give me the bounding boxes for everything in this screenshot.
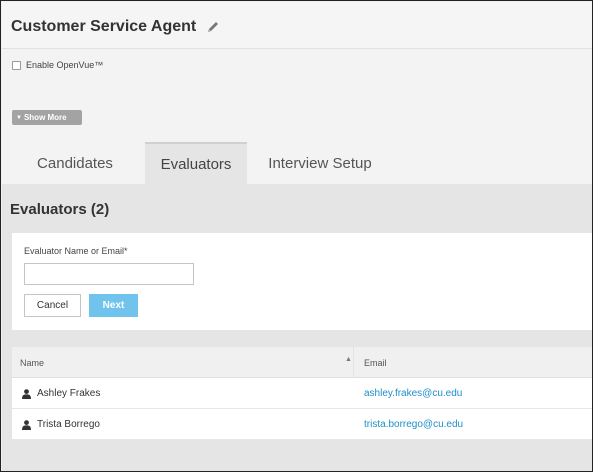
evaluator-email-link[interactable]: ashley.frakes@cu.edu: [364, 378, 462, 409]
evaluators-table: Name ▲ Email Ashley Frakes ashley.frakes…: [12, 347, 592, 440]
evaluators-panel: Evaluators (2) Evaluator Name or Email* …: [2, 184, 592, 471]
sort-asc-icon[interactable]: ▲: [345, 356, 352, 363]
show-more-button[interactable]: ▼ Show More: [12, 110, 82, 125]
add-evaluator-form: Evaluator Name or Email* Cancel Next: [12, 233, 592, 330]
page-title: Customer Service Agent: [11, 18, 197, 35]
tab-bar: Candidates Evaluators Interview Setup: [2, 142, 592, 184]
caret-down-icon: ▼: [16, 114, 22, 121]
app-frame: Customer Service Agent Enable OpenVue™ ▼…: [0, 0, 593, 472]
enable-openvue-option[interactable]: Enable OpenVue™: [12, 58, 103, 72]
name-cell: Ashley Frakes: [22, 378, 100, 409]
column-header-name[interactable]: Name: [20, 347, 44, 378]
enable-openvue-label: Enable OpenVue™: [26, 60, 104, 70]
table-row[interactable]: Ashley Frakes ashley.frakes@cu.edu: [12, 378, 592, 409]
evaluator-field-label: Evaluator Name or Email*: [24, 246, 128, 256]
tab-candidates[interactable]: Candidates: [12, 142, 138, 184]
tab-interview-setup[interactable]: Interview Setup: [260, 142, 380, 184]
evaluator-name-input[interactable]: [24, 263, 194, 285]
tab-evaluators[interactable]: Evaluators: [145, 142, 247, 184]
table-header: Name ▲ Email: [12, 347, 592, 378]
pencil-icon[interactable]: [205, 19, 221, 35]
cancel-button[interactable]: Cancel: [24, 294, 81, 317]
evaluator-email-link[interactable]: trista.borrego@cu.edu: [364, 409, 463, 440]
user-icon: [22, 419, 31, 430]
title-row: Customer Service Agent: [2, 2, 592, 49]
column-header-email[interactable]: Email: [364, 347, 387, 378]
user-icon: [22, 388, 31, 399]
name-cell: Trista Borrego: [22, 409, 100, 440]
evaluator-name: Trista Borrego: [37, 419, 100, 430]
evaluator-name: Ashley Frakes: [37, 388, 101, 399]
table-row[interactable]: Trista Borrego trista.borrego@cu.edu: [12, 409, 592, 440]
section-title: Evaluators (2): [10, 201, 110, 218]
enable-openvue-checkbox[interactable]: [12, 60, 21, 70]
next-button[interactable]: Next: [89, 294, 138, 317]
show-more-label: Show More: [23, 113, 67, 122]
